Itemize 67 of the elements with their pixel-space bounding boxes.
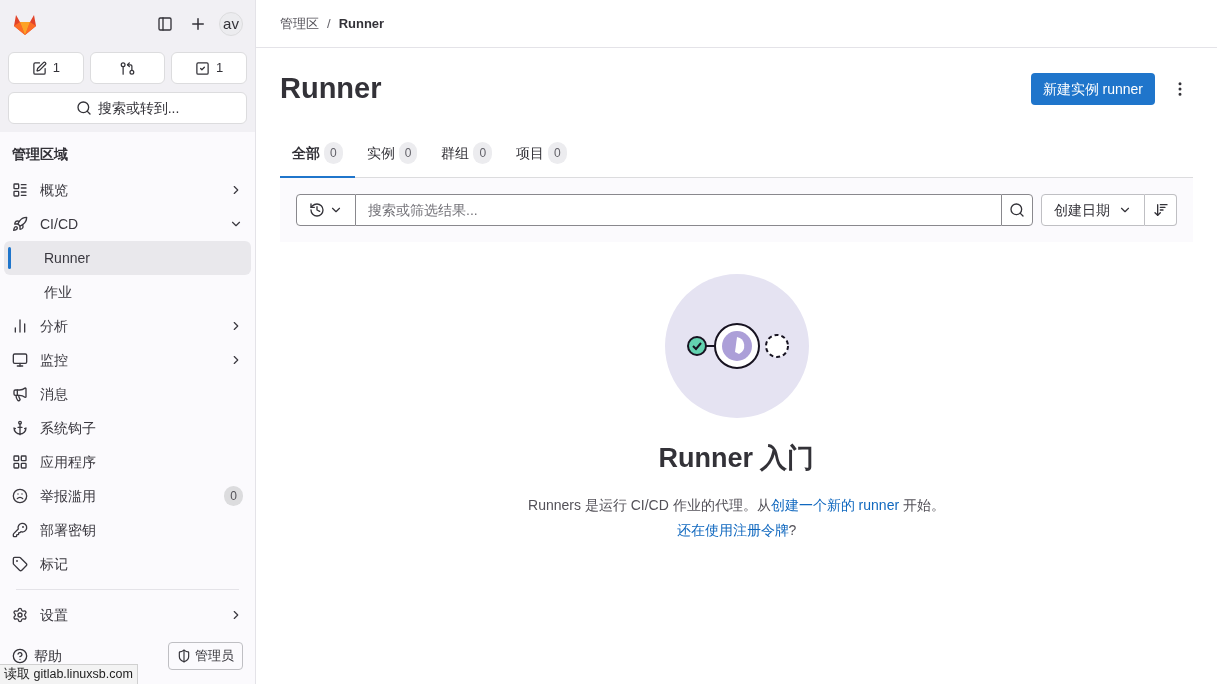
merge-request-icon [120, 60, 135, 76]
breadcrumb-link[interactable]: 管理区 [280, 13, 319, 34]
nav-icon [12, 386, 28, 402]
new-runner-button[interactable]: 新建实例 runner [1030, 73, 1155, 105]
sidebar-item[interactable]: 设置 [4, 598, 251, 632]
nav-icon [12, 522, 28, 538]
sort-dropdown[interactable]: 创建日期 [1041, 194, 1145, 226]
page-title: Runner [280, 71, 383, 107]
empty-state-description: Runners 是运行 CI/CD 作业的代理。从创建一个新的 runner 开始。 [528, 495, 945, 515]
sidebar-item[interactable]: 标记 [4, 547, 251, 581]
tab[interactable]: 实例 0 [354, 130, 430, 178]
tab[interactable]: 项目 0 [504, 130, 579, 178]
sort-direction-button[interactable] [1145, 194, 1177, 226]
sidebar-subitem[interactable]: Runner [4, 241, 251, 275]
sidebar-item[interactable]: 部署密钥 [4, 513, 251, 547]
create-runner-link[interactable]: 创建一个新的 runner [770, 496, 900, 513]
count-badge: 0 [224, 486, 243, 506]
counter-button[interactable]: 1 [8, 52, 84, 84]
search-icon [1009, 202, 1025, 218]
breadcrumb-link[interactable]: Runner [338, 13, 385, 34]
token-question: 还在使用注册令牌? [676, 520, 797, 540]
nav-icon [12, 318, 28, 334]
counter-button[interactable]: 1 [171, 52, 247, 84]
nav-icon [12, 182, 28, 198]
nav-icon [12, 352, 28, 368]
admin-button[interactable]: 管理员 [168, 642, 243, 670]
count-badge: 0 [324, 142, 343, 164]
sidebar-item[interactable]: 消息 [4, 377, 251, 411]
help-icon [12, 648, 28, 664]
nav-icon [12, 488, 28, 504]
sidebar-item[interactable]: 分析 [4, 309, 251, 343]
plus-icon[interactable] [189, 15, 207, 33]
nav-icon [12, 556, 28, 572]
issue-icon [31, 60, 47, 76]
counter-button[interactable] [89, 52, 166, 84]
empty-state-title: Runner 入门 [658, 442, 815, 475]
filter-field[interactable]: 搜索或筛选结果... [356, 194, 1001, 226]
sidebar-item[interactable]: CI/CD [4, 207, 251, 241]
status-bar: 读取 gitlab.linuxsb.com [0, 664, 138, 684]
todo-icon [195, 60, 211, 76]
sort-icon [1152, 202, 1169, 218]
breadcrumb-separator: / [327, 14, 331, 33]
sidebar-item[interactable]: 系统钩子 [4, 411, 251, 445]
count-badge: 0 [473, 142, 493, 164]
tab[interactable]: 群组 0 [429, 130, 505, 178]
search-icon [75, 100, 92, 116]
search-button[interactable] [1001, 194, 1033, 226]
help-button[interactable]: 帮助 [12, 645, 62, 667]
shield-icon [177, 649, 191, 663]
sidebar-heading: 管理区域 [11, 145, 69, 164]
registration-token-link[interactable]: 还在使用注册令牌 [676, 521, 789, 538]
count-badge: 0 [548, 142, 567, 164]
nav-icon [12, 454, 28, 470]
sidebar-item[interactable]: 监控 [4, 343, 251, 377]
history-dropdown[interactable] [296, 194, 356, 226]
nav-icon [12, 607, 28, 623]
sidebar-item[interactable]: 举报滥用 0 [4, 479, 251, 513]
count-badge: 0 [398, 142, 418, 164]
user-avatar[interactable]: av [219, 12, 243, 36]
nav-icon [12, 420, 28, 436]
sidebar-item[interactable]: 应用程序 [4, 445, 251, 479]
nav-icon [12, 216, 28, 232]
search-button[interactable]: 搜索或转到... [8, 92, 247, 124]
sidebar-toggle-icon[interactable] [157, 16, 173, 32]
sidebar-item[interactable]: 概览 [4, 173, 251, 207]
sidebar-subitem[interactable]: 作业 [4, 275, 251, 309]
history-icon [309, 202, 325, 218]
